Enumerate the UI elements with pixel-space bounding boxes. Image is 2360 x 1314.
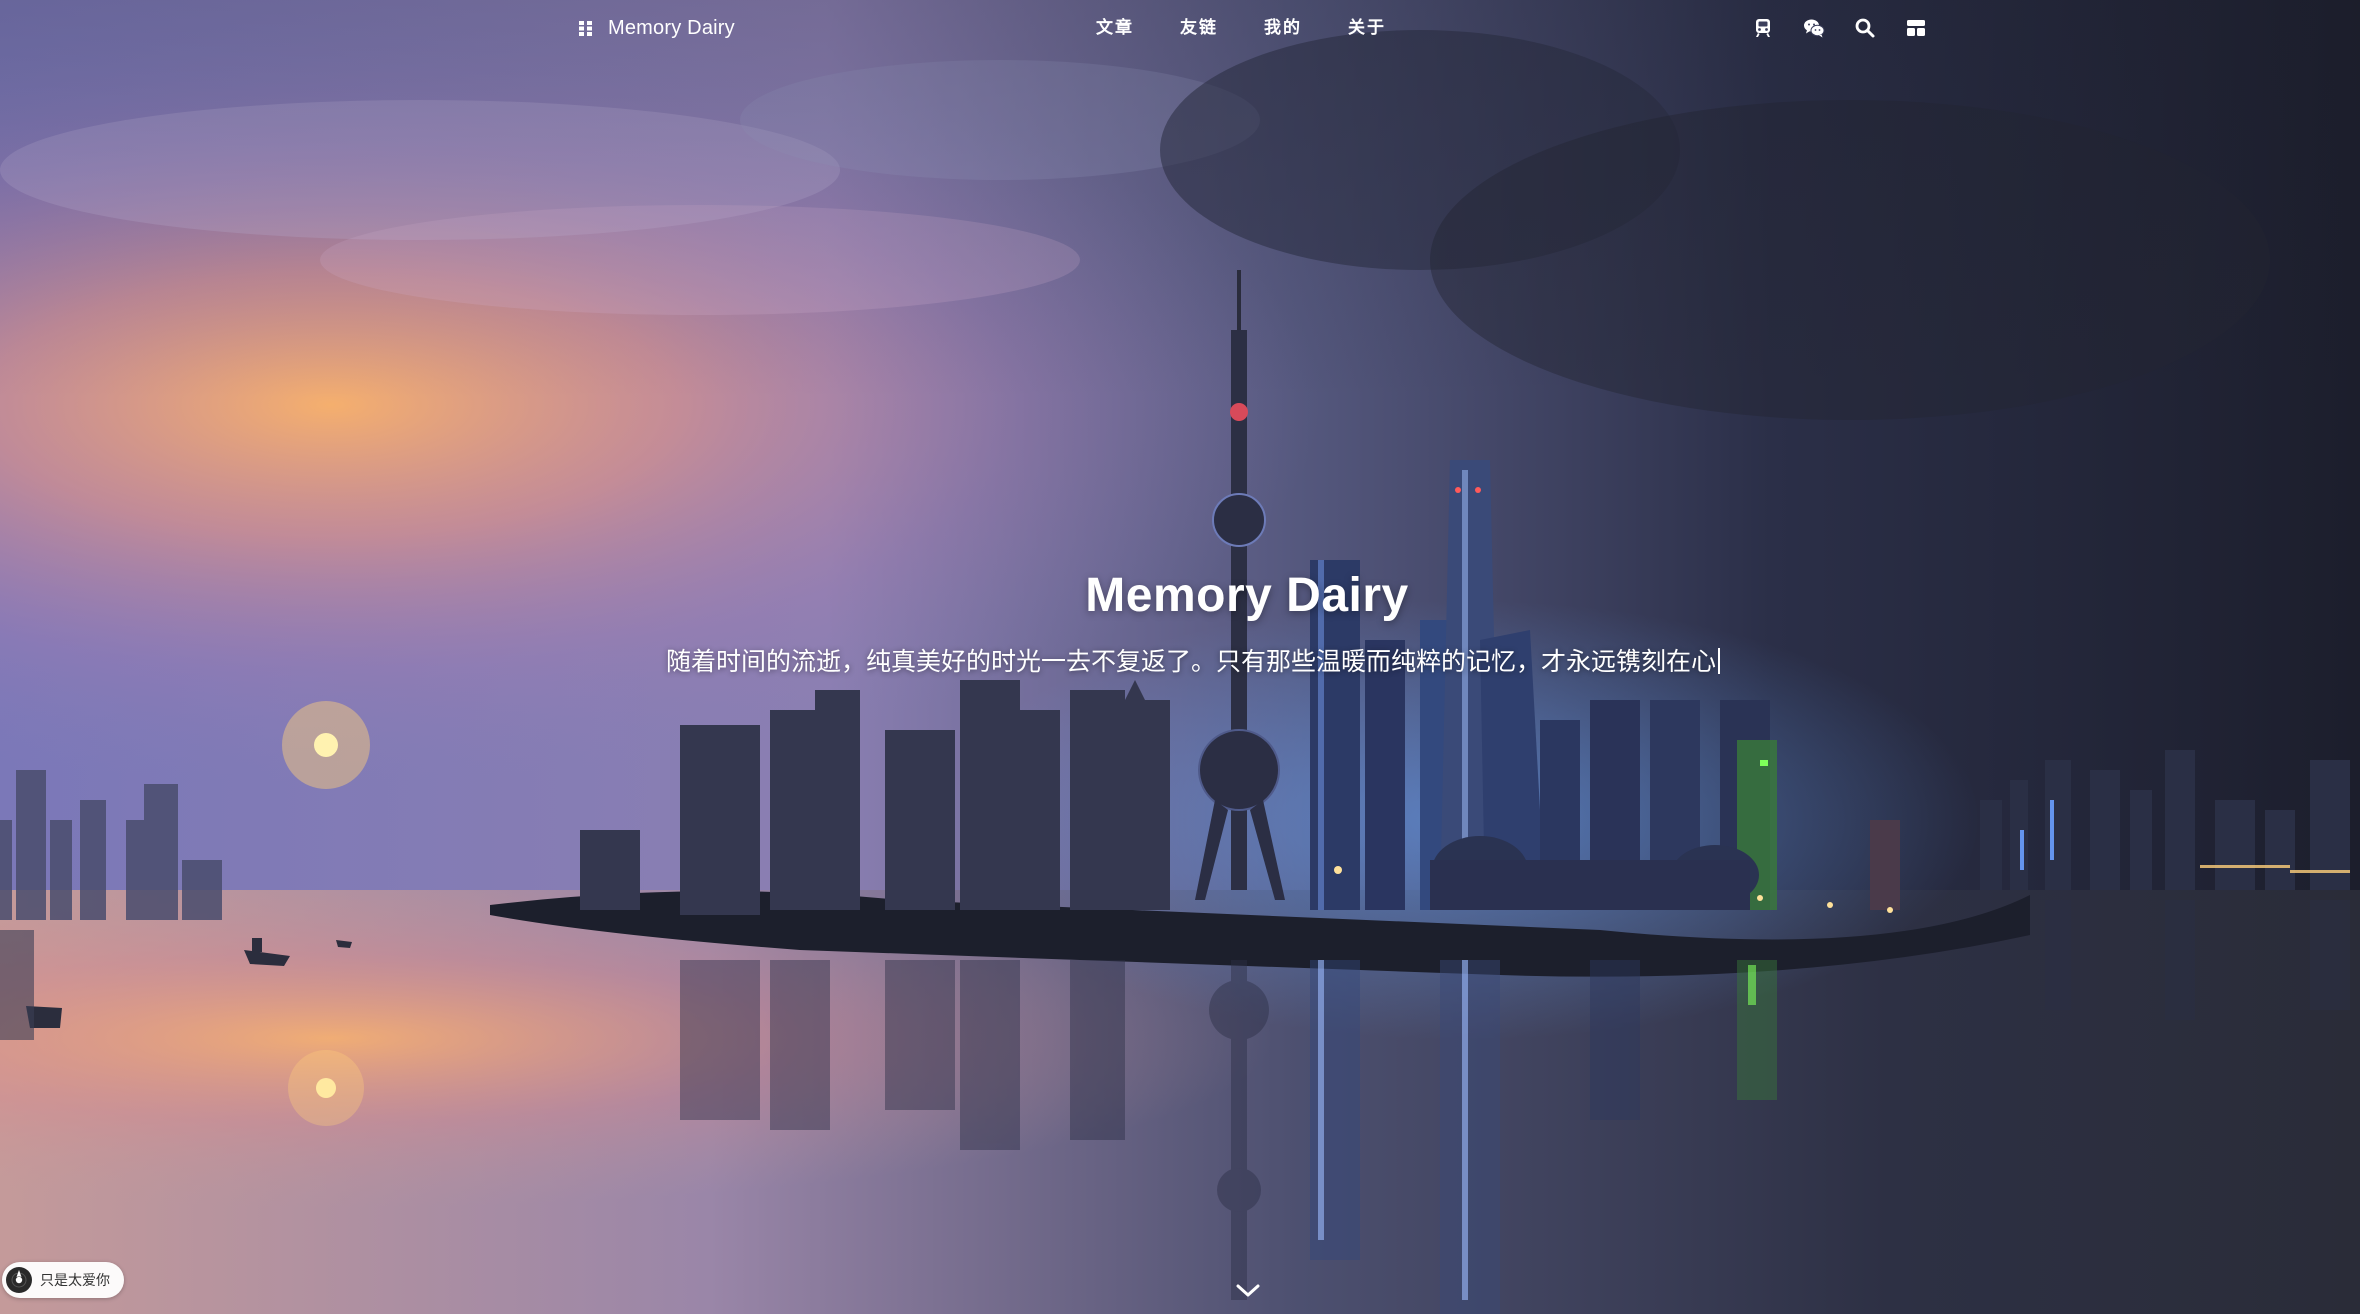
- nav-item-articles[interactable]: 文章: [1096, 14, 1180, 42]
- chevron-down-icon: [1236, 1284, 1260, 1297]
- train-icon[interactable]: [1748, 13, 1778, 43]
- hero-title: Memory Dairy: [1085, 569, 1409, 622]
- brand-link[interactable]: Memory Dairy: [578, 14, 735, 42]
- main-menu: 文章 友链 我的 关于: [1096, 14, 1432, 42]
- scroll-down-button[interactable]: [1228, 1276, 1268, 1306]
- search-icon[interactable]: [1850, 13, 1880, 43]
- layout-icon[interactable]: [1901, 13, 1931, 43]
- music-player[interactable]: 只是太爱你: [2, 1262, 124, 1298]
- grid-icon: [578, 20, 594, 36]
- nav-item-about[interactable]: 关于: [1348, 14, 1432, 42]
- hero-subtitle: 随着时间的流逝，纯真美好的时光一去不复返了。只有那些温暖而纯粹的记忆，才永远镌刻…: [666, 642, 1846, 678]
- hero-banner: Memory Dairy 文章 友链 我的 关于 Memory Dairy 随着…: [0, 0, 2360, 1314]
- brand-title: Memory Dairy: [608, 16, 735, 39]
- nav-tools: [1748, 13, 1952, 43]
- typing-cursor: [1718, 648, 1721, 674]
- nav-item-mine[interactable]: 我的: [1264, 14, 1348, 42]
- wechat-icon[interactable]: [1799, 13, 1829, 43]
- song-title: 只是太爱你: [40, 1273, 110, 1289]
- nav-item-friend-links[interactable]: 友链: [1180, 14, 1264, 42]
- top-nav: Memory Dairy 文章 友链 我的 关于: [0, 0, 2360, 56]
- music-disc-icon: [6, 1267, 32, 1293]
- typing-text: 随着时间的流逝，纯真美好的时光一去不复返了。只有那些温暖而纯粹的记忆，才永远镌刻…: [666, 647, 1717, 676]
